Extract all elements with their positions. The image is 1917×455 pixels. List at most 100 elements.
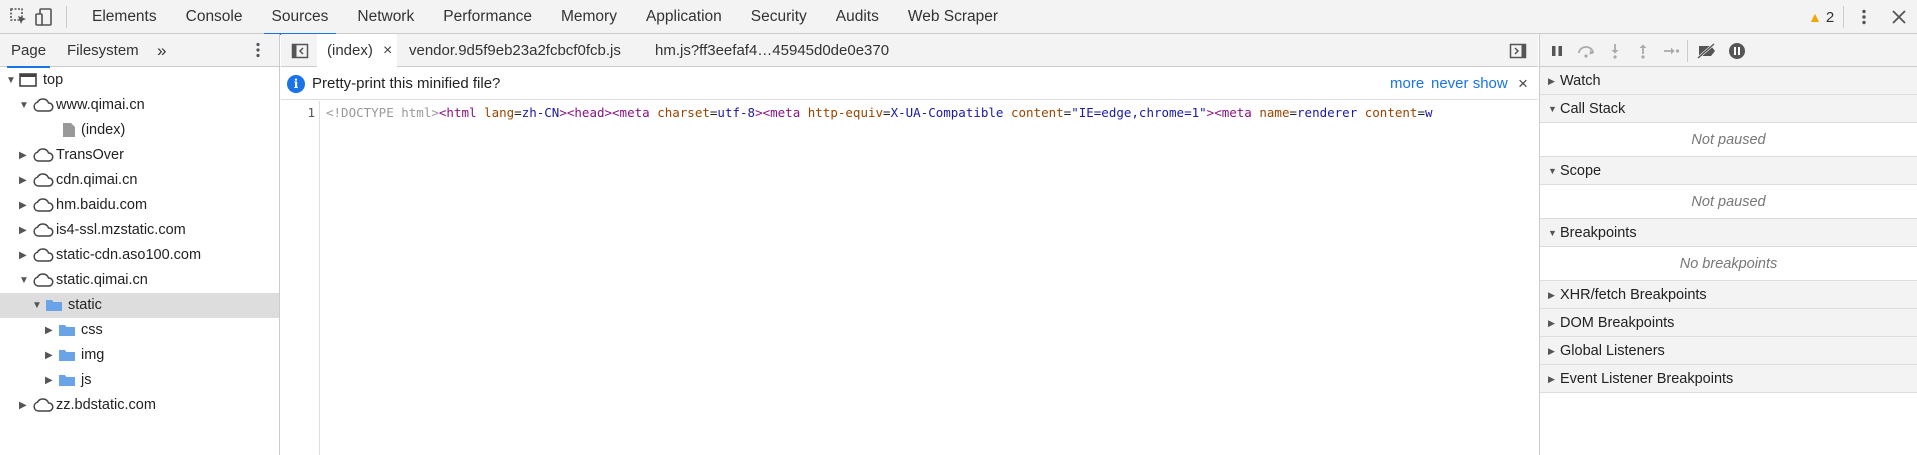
pane-empty-message: Not paused <box>1540 123 1917 157</box>
step-over-icon[interactable] <box>1577 42 1595 60</box>
tree-item[interactable]: ▶ static-cdn.aso100.com <box>0 243 279 268</box>
editor-tab-index[interactable]: (index) × <box>317 34 397 68</box>
tree-item-label: (index) <box>81 122 126 138</box>
step-icon[interactable] <box>1662 42 1680 60</box>
pane-title: Call Stack <box>1560 101 1626 117</box>
tab-performance[interactable]: Performance <box>435 0 540 34</box>
tree-item-label: static.qimai.cn <box>56 272 148 288</box>
tree-item[interactable]: ▶ TransOver <box>0 143 279 168</box>
tree-item[interactable]: ▼ static <box>0 293 279 318</box>
tree-item[interactable]: (index) <box>0 118 279 143</box>
collapsed-arrow-icon: ▶ <box>1548 346 1555 356</box>
code-token: = <box>1289 105 1298 120</box>
tab-web-scraper[interactable]: Web Scraper <box>900 0 1006 34</box>
tree-item-label: is4-ssl.mzstatic.com <box>56 222 186 238</box>
pane-empty-message: Not paused <box>1540 185 1917 219</box>
device-toggle-icon[interactable] <box>34 7 54 27</box>
expanded-arrow-icon[interactable]: ▼ <box>19 268 29 293</box>
pane-breakpoints[interactable]: ▼ Breakpoints <box>1540 219 1917 247</box>
step-into-icon[interactable] <box>1606 42 1624 60</box>
tree-item[interactable]: ▶ js <box>0 368 279 393</box>
tree-item[interactable]: ▼ static.qimai.cn <box>0 268 279 293</box>
expanded-arrow-icon[interactable]: ▼ <box>6 68 16 93</box>
tree-item[interactable]: ▼ top <box>0 68 279 93</box>
editor-tab-hm[interactable]: hm.js?ff3eefaf4…45945d0de0e370 <box>655 34 889 67</box>
pause-icon[interactable] <box>1548 42 1566 60</box>
code-token: w <box>1424 105 1433 120</box>
navigator-menu-icon[interactable] <box>250 42 266 58</box>
collapsed-arrow-icon: ▶ <box>1548 290 1555 300</box>
collapsed-arrow-icon[interactable]: ▶ <box>19 168 27 193</box>
expanded-arrow-icon[interactable]: ▼ <box>32 293 42 318</box>
tab-page[interactable]: Page <box>6 34 51 68</box>
inspect-icon[interactable] <box>9 7 29 27</box>
tab-sources[interactable]: Sources <box>263 0 337 35</box>
cloud-icon <box>32 397 54 422</box>
collapsed-arrow-icon[interactable]: ▶ <box>19 393 27 418</box>
toolbar-divider <box>1687 40 1688 62</box>
code-token: = <box>1417 105 1425 120</box>
warning-counter[interactable]: ▲ 2 <box>1808 0 1834 34</box>
warning-count: 2 <box>1825 9 1835 26</box>
more-tabs-icon[interactable]: » <box>157 34 166 67</box>
pane-empty-message: No breakpoints <box>1540 247 1917 281</box>
pane-global-listeners[interactable]: ▶ Global Listeners <box>1540 337 1917 365</box>
more-link[interactable]: more <box>1390 68 1424 100</box>
toggle-debugger-icon[interactable] <box>1509 42 1527 60</box>
editor-tab-vendor[interactable]: vendor.9d5f9eb23a2fcbcf0fcb.js <box>409 34 621 67</box>
tree-item[interactable]: ▶ css <box>0 318 279 343</box>
tree-item-label: static-cdn.aso100.com <box>56 247 202 263</box>
pane-dom-breakpoints[interactable]: ▶ DOM Breakpoints <box>1540 309 1917 337</box>
close-infobar-icon[interactable]: × <box>1518 68 1528 100</box>
tab-security[interactable]: Security <box>743 0 815 34</box>
expanded-arrow-icon[interactable]: ▼ <box>19 93 29 118</box>
collapsed-arrow-icon[interactable]: ▶ <box>19 143 27 168</box>
collapsed-arrow-icon[interactable]: ▶ <box>45 368 53 393</box>
collapsed-arrow-icon[interactable]: ▶ <box>45 343 53 368</box>
pane-event-listener-breakpoints[interactable]: ▶ Event Listener Breakpoints <box>1540 365 1917 393</box>
tab-network[interactable]: Network <box>349 0 422 34</box>
tree-item[interactable]: ▶ hm.baidu.com <box>0 193 279 218</box>
pane-scope[interactable]: ▼ Scope <box>1540 157 1917 185</box>
code-token: <meta <box>1214 105 1252 120</box>
close-tab-icon[interactable]: × <box>383 42 392 59</box>
tab-console[interactable]: Console <box>178 0 251 34</box>
collapsed-arrow-icon[interactable]: ▶ <box>19 218 27 243</box>
tree-item[interactable]: ▶ is4-ssl.mzstatic.com <box>0 218 279 243</box>
tab-filesystem[interactable]: Filesystem <box>67 34 139 67</box>
collapsed-arrow-icon[interactable]: ▶ <box>19 193 27 218</box>
toggle-navigator-icon[interactable] <box>291 42 309 60</box>
code-token: <head> <box>566 105 613 120</box>
tab-elements[interactable]: Elements <box>84 0 165 34</box>
step-out-icon[interactable] <box>1634 42 1652 60</box>
expanded-arrow-icon: ▼ <box>1548 166 1557 176</box>
deactivate-breakpoints-icon[interactable] <box>1696 42 1718 60</box>
tree-item[interactable]: ▶ zz.bdstatic.com <box>0 393 279 418</box>
close-icon[interactable] <box>1891 9 1907 25</box>
tree-item[interactable]: ▼ www.qimai.cn <box>0 93 279 118</box>
tree-item-label: zz.bdstatic.com <box>56 397 156 413</box>
code-token: renderer <box>1297 105 1358 120</box>
pane-xhr-fetch-breakpoints[interactable]: ▶ XHR/fetch Breakpoints <box>1540 281 1917 309</box>
tab-audits[interactable]: Audits <box>828 0 887 34</box>
code-line[interactable]: <!DOCTYPE html><html lang=zh-CN><head><m… <box>326 105 1538 120</box>
code-token: = <box>514 105 522 120</box>
tree-item-label: www.qimai.cn <box>56 97 145 113</box>
collapsed-arrow-icon[interactable]: ▶ <box>19 243 27 268</box>
pane-watch[interactable]: ▶ Watch <box>1540 67 1917 95</box>
collapsed-arrow-icon[interactable]: ▶ <box>45 318 53 343</box>
devtools-toolbar: Elements Console Sources Network Perform… <box>0 0 1917 35</box>
collapsed-arrow-icon: ▶ <box>1548 374 1555 384</box>
tab-application[interactable]: Application <box>638 0 730 34</box>
never-show-link[interactable]: never show <box>1431 68 1508 100</box>
tree-item[interactable]: ▶ cdn.qimai.cn <box>0 168 279 193</box>
panel-tabs: Elements Console Sources Network Perform… <box>84 0 1019 35</box>
more-options-icon[interactable] <box>1856 9 1872 25</box>
tree-item[interactable]: ▶ img <box>0 343 279 368</box>
code-token: charset <box>649 105 710 120</box>
code-token: http-equiv <box>800 105 884 120</box>
tab-memory[interactable]: Memory <box>553 0 625 34</box>
navigator-tabs: Page Filesystem » <box>0 34 279 68</box>
pane-call-stack[interactable]: ▼ Call Stack <box>1540 95 1917 123</box>
pause-on-exceptions-icon[interactable] <box>1728 42 1746 60</box>
